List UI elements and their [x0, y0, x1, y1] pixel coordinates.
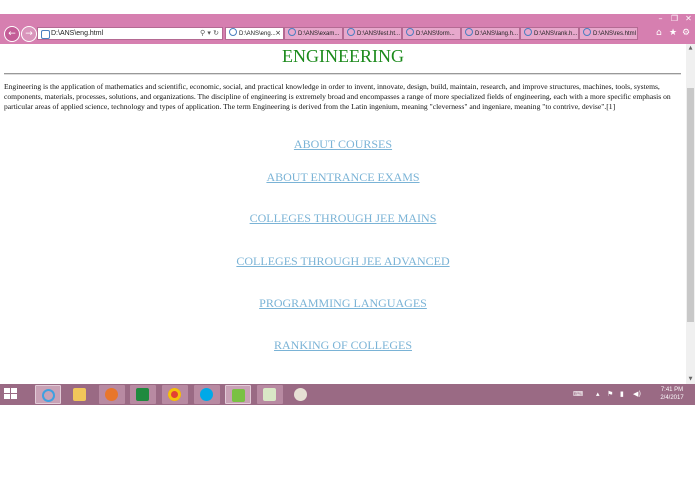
- tab-label: D:\ANS\eng...: [239, 31, 276, 37]
- clock-date: 2/4/2017: [660, 395, 684, 401]
- settings-icon[interactable]: ⚙: [682, 27, 690, 39]
- address-tools[interactable]: ⚲ ▾ ↻: [200, 28, 219, 39]
- start-pane: [4, 394, 10, 399]
- minimize-button[interactable]: –: [654, 14, 667, 23]
- clock-time: 7:41 PM: [660, 387, 684, 393]
- taskbar-chrome[interactable]: [162, 385, 188, 404]
- tab-lang[interactable]: D:\ANS\lang.h...: [461, 27, 520, 40]
- favorites-icon[interactable]: ★: [669, 27, 677, 39]
- tab-exam[interactable]: D:\ANS\exam...: [284, 27, 343, 40]
- ie-page-icon: [524, 28, 532, 36]
- taskbar-notepad[interactable]: [257, 385, 283, 404]
- blank-area: [0, 405, 695, 494]
- tab-close-icon[interactable]: ×: [275, 28, 281, 39]
- start-pane: [11, 388, 17, 393]
- ie-page-icon: [288, 28, 296, 36]
- volume-icon[interactable]: ◀): [633, 388, 641, 400]
- taskbar-excel[interactable]: [130, 385, 156, 404]
- address-bar[interactable]: D:\ANS\eng.html ⚲ ▾ ↻: [37, 27, 223, 40]
- ie-page-icon: [406, 28, 414, 36]
- page-icon: [41, 30, 50, 39]
- vertical-scrollbar[interactable]: ▲ ▼: [686, 44, 695, 384]
- restore-button[interactable]: ❐: [668, 14, 681, 23]
- skype-icon: [200, 388, 213, 401]
- keyboard-icon[interactable]: ⌨: [573, 388, 583, 400]
- notepad-plus-icon: [232, 389, 245, 402]
- ie-page-icon: [229, 28, 237, 36]
- chrome-icon: [168, 388, 181, 401]
- network-signal-icon[interactable]: ▮: [620, 388, 624, 400]
- tab-form[interactable]: D:\ANS\form...: [402, 27, 461, 40]
- ie-page-icon: [465, 28, 473, 36]
- horizontal-rule: [4, 73, 681, 75]
- tab-label: D:\ANS\exam...: [298, 31, 340, 37]
- internet-explorer-icon: [42, 389, 55, 402]
- top-strip: [0, 0, 695, 14]
- link-programming-languages[interactable]: PROGRAMMING LANGUAGES: [0, 296, 686, 311]
- link-ranking-of-colleges[interactable]: RANKING OF COLLEGES: [0, 338, 686, 353]
- forward-button[interactable]: →: [21, 26, 37, 42]
- tab-label: D:\ANS\rank.h...: [534, 31, 578, 37]
- action-center-flag-icon[interactable]: ⚑: [607, 388, 613, 400]
- link-colleges-jee-advanced[interactable]: COLLEGES THROUGH JEE ADVANCED: [0, 254, 686, 269]
- tab-label: D:\ANS\fest.ht...: [357, 31, 401, 37]
- taskbar-notepad-plus[interactable]: [225, 385, 251, 404]
- excel-icon: [136, 388, 149, 401]
- back-button[interactable]: ←: [4, 26, 20, 42]
- system-clock[interactable]: 7:41 PM 2/4/2017: [652, 386, 692, 402]
- tray-expand-icon[interactable]: ▴: [596, 388, 600, 400]
- ie-page-icon: [583, 28, 591, 36]
- tab-label: D:\ANS\res.html: [593, 31, 637, 37]
- start-pane: [11, 394, 17, 399]
- start-pane: [4, 388, 10, 393]
- link-colleges-jee-mains[interactable]: COLLEGES THROUGH JEE MAINS: [0, 211, 686, 226]
- link-about-courses[interactable]: ABOUT COURSES: [0, 137, 686, 152]
- ie-page-icon: [347, 28, 355, 36]
- taskbar-ie[interactable]: [35, 385, 61, 404]
- taskbar-paint[interactable]: [288, 385, 314, 404]
- taskbar-file-explorer[interactable]: [67, 385, 93, 404]
- tab-label: D:\ANS\lang.h...: [475, 31, 519, 37]
- tab-rank[interactable]: D:\ANS\rank.h...: [520, 27, 579, 40]
- tab-eng[interactable]: D:\ANS\eng... ×: [225, 27, 284, 40]
- tab-res[interactable]: D:\ANS\res.html: [579, 27, 638, 40]
- close-window-button[interactable]: ✕: [682, 14, 695, 23]
- folder-icon: [73, 388, 86, 401]
- address-url[interactable]: D:\ANS\eng.html: [51, 28, 103, 39]
- tab-label: D:\ANS\form...: [416, 31, 455, 37]
- taskbar-firefox[interactable]: [99, 385, 125, 404]
- screen: – ❐ ✕ ← → D:\ANS\eng.html ⚲ ▾ ↻ D:\ANS\e…: [0, 0, 695, 405]
- link-about-entrance-exams[interactable]: ABOUT ENTRANCE EXAMS: [0, 170, 686, 185]
- tab-fest[interactable]: D:\ANS\fest.ht...: [343, 27, 402, 40]
- paint-palette-icon: [294, 388, 307, 401]
- home-icon[interactable]: ⌂: [656, 27, 662, 39]
- scroll-up-icon[interactable]: ▲: [686, 44, 695, 53]
- page-content: ENGINEERING Engineering is the applicati…: [0, 44, 686, 384]
- window-title-bar[interactable]: [0, 14, 695, 23]
- windows-start-icon[interactable]: [4, 388, 18, 401]
- firefox-icon: [105, 388, 118, 401]
- intro-paragraph: Engineering is the application of mathem…: [4, 82, 671, 111]
- scroll-down-icon[interactable]: ▼: [686, 375, 695, 384]
- taskbar-skype[interactable]: [194, 385, 220, 404]
- page-title: ENGINEERING: [282, 46, 404, 66]
- notepad-icon: [263, 388, 276, 401]
- scrollbar-thumb[interactable]: [687, 88, 694, 322]
